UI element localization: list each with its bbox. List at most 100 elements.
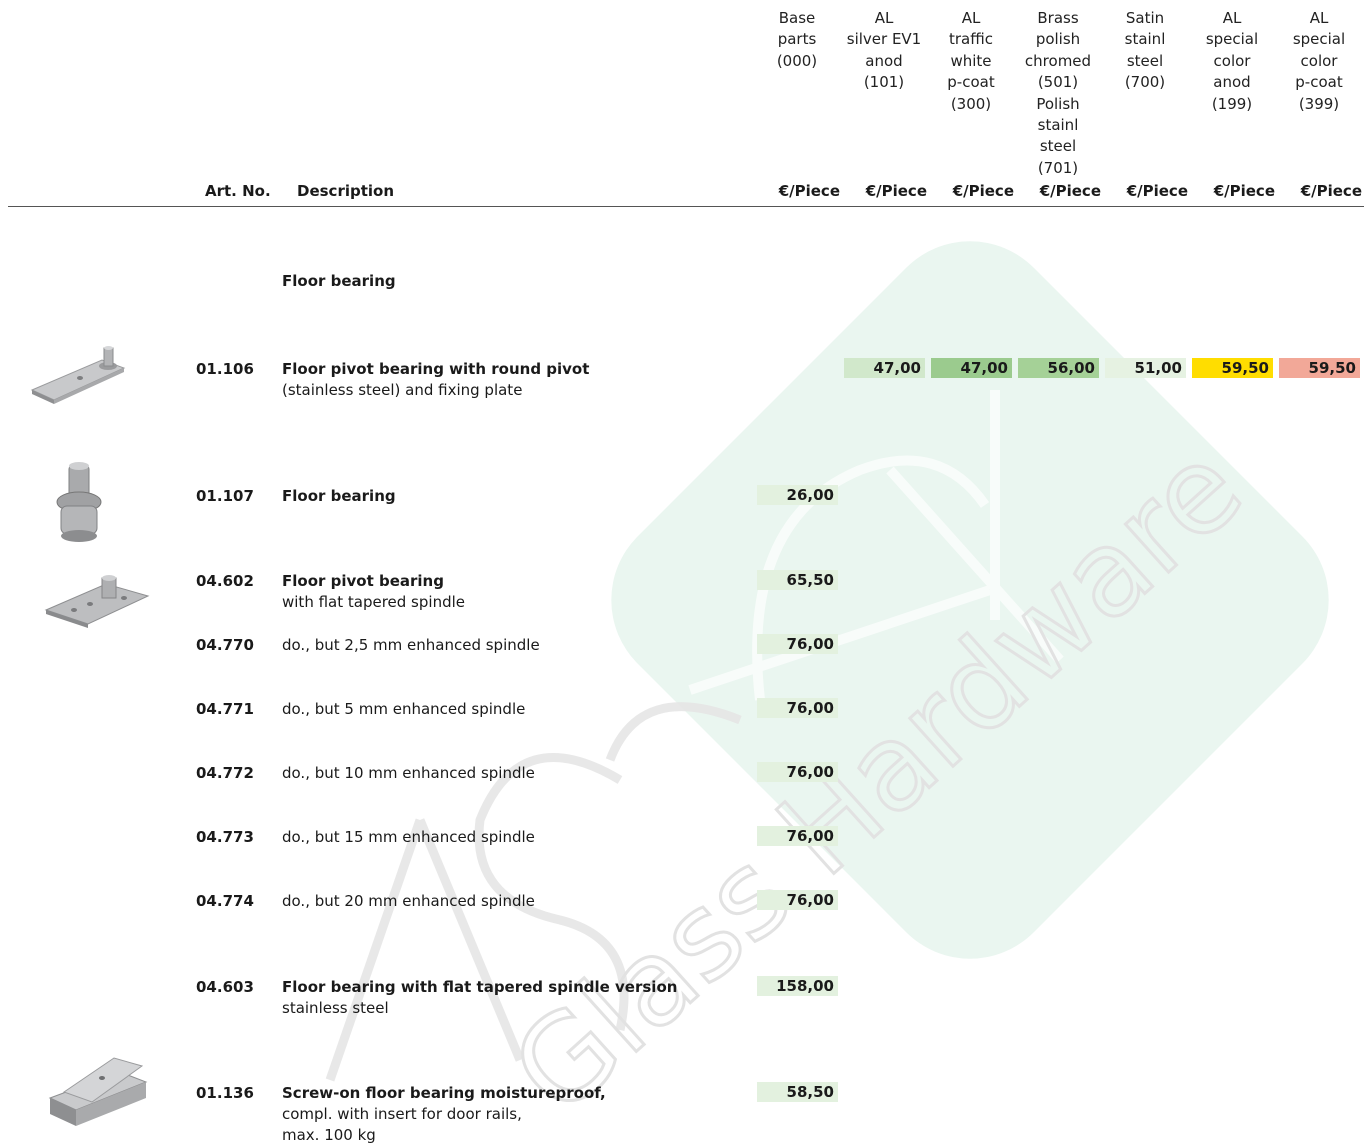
column-header-line: (701) (1037, 158, 1079, 177)
article-number: 04.773 (196, 828, 254, 846)
column-header-line: stainl (1124, 30, 1166, 49)
price-cell: 51,00 (1105, 358, 1186, 378)
description-title: Screw-on floor bearing moistureproof, (282, 1084, 606, 1102)
column-header: AL silver EV1 anod (101) (842, 8, 926, 94)
description: Floor pivot bearing with round pivot (sta… (282, 359, 589, 401)
article-number: 01.107 (196, 487, 254, 505)
price-cell: 158,00 (757, 976, 838, 996)
description: do., but 2,5 mm enhanced spindle (282, 635, 540, 656)
column-header-line: AL (1309, 9, 1329, 27)
unit-header: €/Piece (1300, 182, 1362, 200)
header-divider (8, 206, 1364, 207)
column-header-line: p-coat (1295, 73, 1343, 92)
column-header: Brass polish chromed (501) Polish stainl steel… (1016, 8, 1100, 179)
price-cell: 76,00 (757, 634, 838, 654)
price-cell: 76,00 (757, 826, 838, 846)
column-header-line: Satin (1125, 9, 1165, 27)
column-header-line: (700) (1124, 73, 1166, 92)
description: do., but 20 mm enhanced spindle (282, 891, 535, 912)
column-header: AL special color anod (199) (1190, 8, 1274, 115)
column-header: Satin stainl steel (700) (1103, 8, 1187, 94)
column-header-line: (501) (1037, 73, 1079, 92)
screw-on-bearing-image (48, 1057, 148, 1126)
description-header: Description (297, 182, 395, 200)
column-header-line: AL (874, 9, 894, 27)
description-line: with flat tapered spindle (282, 593, 465, 611)
unit-header: €/Piece (952, 182, 1014, 200)
description-line: do., but 2,5 mm enhanced spindle (282, 636, 540, 654)
price-cell: 59,50 (1279, 358, 1360, 378)
price-cell: 26,00 (757, 485, 838, 505)
description: Floor bearing (282, 486, 396, 507)
price-cell: 59,50 (1192, 358, 1273, 378)
description-title: Floor pivot bearing with round pivot (282, 360, 590, 378)
article-number: 01.136 (196, 1084, 254, 1102)
column-header-line: AL (1222, 9, 1242, 27)
description: Floor pivot bearing with flat tapered spi… (282, 571, 465, 613)
article-number: 04.774 (196, 892, 254, 910)
article-number: 04.770 (196, 636, 254, 654)
floor-bearing-round-image (56, 462, 102, 542)
description-line: do., but 20 mm enhanced spindle (282, 892, 535, 910)
unit-header: €/Piece (1213, 182, 1275, 200)
column-header-line: AL (961, 9, 981, 27)
column-header-line: color (1213, 51, 1251, 70)
column-header-line: (399) (1298, 94, 1340, 113)
description: do., but 5 mm enhanced spindle (282, 699, 525, 720)
price-cell: 47,00 (844, 358, 925, 378)
column-header-line: steel (1039, 137, 1077, 156)
column-header-line: (300) (950, 94, 992, 113)
column-header-line: chromed (1024, 51, 1092, 70)
price-cell: 76,00 (757, 890, 838, 910)
column-header-line: p-coat (947, 73, 995, 92)
unit-header: €/Piece (865, 182, 927, 200)
description-line: do., but 5 mm enhanced spindle (282, 700, 526, 718)
description-line: stainless steel (282, 999, 389, 1017)
unit-header: €/Piece (778, 182, 840, 200)
unit-header: €/Piece (1126, 182, 1188, 200)
column-header-line: (199) (1211, 94, 1253, 113)
column-header-line: (101) (863, 73, 905, 92)
description: do., but 10 mm enhanced spindle (282, 763, 535, 784)
article-number: 04.772 (196, 764, 254, 782)
price-cell: 56,00 (1018, 358, 1099, 378)
article-number: 01.106 (196, 360, 254, 378)
column-header-line: Brass (1037, 9, 1079, 27)
column-header-line: stainl (1037, 116, 1079, 135)
unit-header: €/Piece (1039, 182, 1101, 200)
column-header-line: white (950, 51, 992, 70)
column-header-line: Base (778, 9, 816, 27)
price-cell: 58,50 (757, 1082, 838, 1102)
column-header-line: Polish (1036, 94, 1080, 113)
description-line: max. 100 kg (282, 1126, 376, 1144)
column-header: Base parts (000) (755, 8, 839, 72)
column-header-line: color (1300, 51, 1338, 70)
description: Floor bearing with flat tapered spindle … (282, 977, 677, 1019)
description-line: do., but 15 mm enhanced spindle (282, 828, 535, 846)
column-header-line: (000) (776, 51, 818, 70)
description-line: do., but 10 mm enhanced spindle (282, 764, 535, 782)
price-cell: 65,50 (757, 570, 838, 590)
column-header-line: anod (865, 51, 903, 70)
price-cell: 76,00 (757, 698, 838, 718)
art-no-header: Art. No. (205, 182, 271, 200)
description-title: Floor pivot bearing (282, 572, 444, 590)
column-header-line: steel (1126, 51, 1164, 70)
column-header: AL traffic white p-coat (300) (929, 8, 1013, 115)
article-number: 04.603 (196, 978, 254, 996)
column-header-line: polish (1035, 30, 1081, 49)
pivot-bearing-plate-image (30, 346, 126, 404)
description: Screw-on floor bearing moistureproof, com… (282, 1083, 606, 1146)
column-header-line: special (1292, 30, 1346, 49)
watermark-text: Glass Hardware (486, 418, 1267, 1141)
price-cell: 76,00 (757, 762, 838, 782)
section-title: Floor bearing (282, 272, 396, 290)
pivot-bearing-flat-image (44, 575, 150, 628)
description-title: Floor bearing (282, 487, 396, 505)
column-header-line: traffic (949, 30, 993, 49)
column-header: AL special color p-coat (399) (1277, 8, 1361, 115)
column-header-line: parts (777, 30, 817, 49)
column-header-line: anod (1213, 73, 1251, 92)
description-line: (stainless steel) and fixing plate (282, 381, 523, 399)
description-title: Floor bearing with flat tapered spindle … (282, 978, 678, 996)
